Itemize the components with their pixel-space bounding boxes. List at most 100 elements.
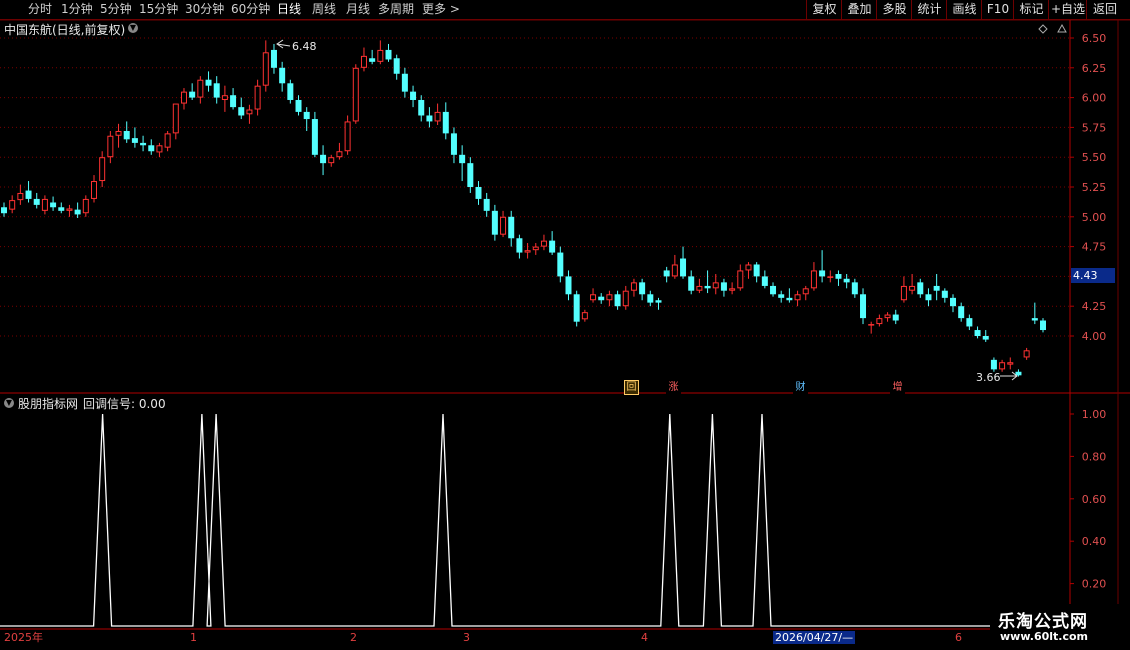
candle-body-down: [131, 138, 138, 143]
stock-title[interactable]: 中国东航(日线,前复权): [4, 21, 125, 38]
price-axis-label: 4.25: [1082, 300, 1107, 313]
candle-body-down: [925, 294, 932, 301]
price-axis-label: 5.50: [1082, 151, 1107, 164]
timeline-label-month-4: 4: [641, 631, 648, 644]
candle-body-down: [270, 49, 277, 68]
event-marker-rise[interactable]: 涨: [666, 380, 681, 395]
candle-body-down: [295, 99, 302, 112]
candle-body-down: [213, 83, 220, 98]
candle-body-down: [990, 359, 997, 370]
candle-body-down: [573, 294, 580, 322]
candle-body-down: [819, 270, 826, 277]
candle-body-down: [549, 240, 556, 253]
chart-canvas[interactable]: 6.506.256.005.755.505.255.004.754.504.25…: [0, 0, 1130, 650]
candle-body-up: [360, 55, 367, 68]
candle-body-down: [189, 91, 196, 98]
candle-body-up: [876, 318, 883, 325]
candle-body-down: [491, 210, 498, 235]
timeline-label-month-6: 6: [955, 631, 962, 644]
candle-body-down: [467, 163, 474, 187]
candle-body-up: [884, 314, 891, 319]
candle-body-up: [180, 91, 187, 104]
candle-body-down: [843, 278, 850, 283]
grid-layer: [0, 19, 1130, 630]
candle-body-down: [303, 111, 310, 120]
candle-body-down: [320, 154, 327, 164]
candle-body-up: [90, 181, 97, 199]
indicator-axis-label: 0.80: [1082, 450, 1107, 463]
candle-body-down: [238, 107, 245, 116]
candle-body-down: [1015, 371, 1022, 376]
timeline-label-month-2: 2: [350, 631, 357, 644]
candle-body-up: [352, 67, 359, 122]
candle-body-up: [246, 109, 253, 115]
price-axis-label: 6.00: [1082, 92, 1107, 105]
indicator-axis-label: 0.40: [1082, 535, 1107, 548]
candle-body-up: [745, 264, 752, 271]
chevron-down-icon[interactable]: ▼: [128, 23, 138, 33]
candle-body-up: [172, 103, 179, 134]
candle-body-up: [606, 294, 613, 301]
candle-body-up: [999, 362, 1006, 370]
candle-body-down: [369, 58, 376, 62]
candle-body-down: [58, 207, 65, 211]
candle-body-down: [720, 282, 727, 291]
candle-body-up: [221, 95, 228, 100]
candle-body-up: [9, 200, 16, 210]
event-marker-callback[interactable]: 回: [624, 380, 639, 395]
candle-body-up: [99, 157, 106, 182]
indicator-title[interactable]: 股朋指标网: [18, 395, 78, 412]
candle-body-down: [140, 142, 147, 146]
candle-body-up: [524, 250, 531, 253]
candle-body-down: [33, 198, 40, 205]
chevron-down-icon[interactable]: ▼: [4, 398, 14, 408]
diamond-icon: [1038, 24, 1048, 34]
candle-body-down: [557, 252, 564, 277]
price-axis-label: 5.75: [1082, 121, 1107, 134]
candle-layer: [1, 40, 1046, 377]
candle-body-up: [696, 285, 703, 291]
candle-body-up: [729, 288, 736, 291]
candle-body-down: [418, 99, 425, 116]
candle-body-down: [410, 91, 417, 100]
event-marker-finance[interactable]: 财: [793, 380, 808, 395]
candle-body-up: [712, 282, 719, 289]
candle-body-up: [328, 157, 335, 164]
candle-body-up: [532, 246, 539, 251]
candle-body-up: [197, 79, 204, 98]
candle-body-up: [622, 290, 629, 307]
candle-body-up: [434, 111, 441, 122]
candle-body-up: [868, 324, 875, 326]
candle-body-up: [900, 285, 907, 301]
price-axis-label: 5.00: [1082, 211, 1107, 224]
candle-body-up: [254, 85, 261, 110]
candle-body-down: [508, 216, 515, 239]
candle-body-down: [851, 282, 858, 295]
candle-body-down: [778, 294, 785, 298]
candle-body-up: [737, 270, 744, 289]
candle-body-down: [148, 145, 155, 152]
event-marker-increase[interactable]: 增: [890, 380, 905, 395]
candle-body-down: [974, 330, 981, 336]
candle-body-up: [827, 276, 834, 278]
candle-body-up: [164, 133, 171, 148]
triangle-icon: [1057, 23, 1067, 33]
candle-body-up: [17, 192, 24, 201]
candle-body-down: [483, 198, 490, 211]
candle-body-down: [426, 115, 433, 122]
candle-body-up: [671, 264, 678, 277]
candle-body-down: [655, 300, 662, 303]
candle-body-down: [287, 83, 294, 100]
candle-body-down: [1031, 318, 1038, 321]
indicator-axis-label: 0.60: [1082, 493, 1107, 506]
timeline-label-month-3: 3: [463, 631, 470, 644]
candle-body-up: [1007, 362, 1014, 365]
price-axis-label: 6.25: [1082, 62, 1107, 75]
candle-body-down: [933, 285, 940, 291]
indicator-signal-value: 回调信号: 0.00: [83, 397, 166, 411]
candle-body-up: [540, 240, 547, 247]
cursor-date-tag: 2026/04/27/—: [773, 631, 856, 644]
signal-line: [0, 413, 990, 627]
candle-body-down: [941, 290, 948, 298]
signal-layer: [0, 413, 990, 627]
